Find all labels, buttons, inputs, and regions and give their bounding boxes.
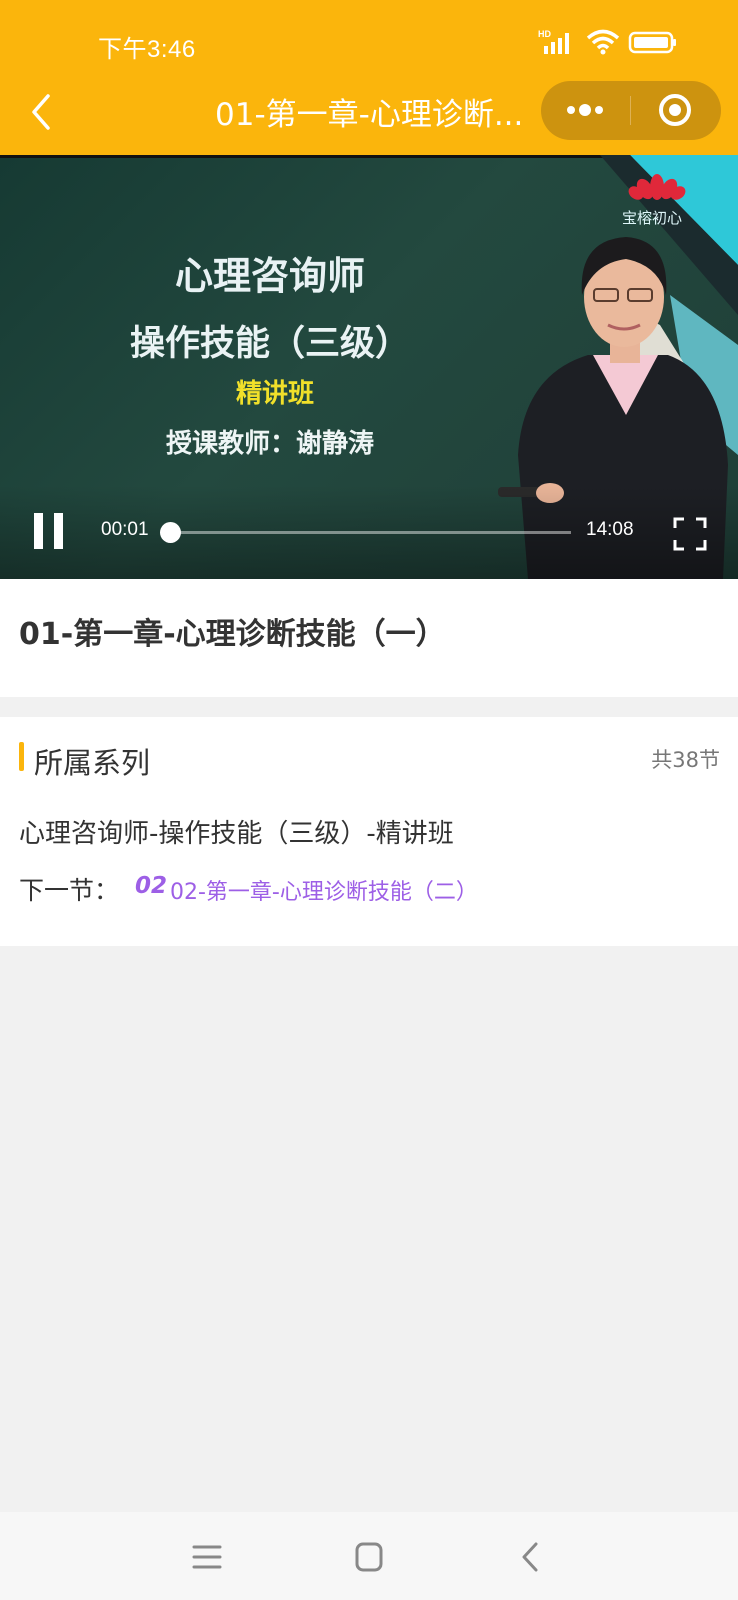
- pause-button[interactable]: [34, 513, 66, 549]
- fullscreen-icon: [673, 517, 707, 551]
- series-accent-bar: [19, 742, 24, 771]
- close-program-button[interactable]: [631, 81, 721, 140]
- more-dots-icon: [567, 104, 603, 116]
- total-time: 14:08: [586, 519, 634, 540]
- recent-apps-button[interactable]: [187, 1538, 227, 1576]
- series-heading: 所属系列: [34, 746, 151, 780]
- svg-text:HD: HD: [538, 29, 551, 39]
- page-title: 01-第一章-心理诊断...: [215, 97, 524, 133]
- board-line-3: 精讲班: [235, 379, 314, 409]
- back-button[interactable]: [24, 90, 60, 134]
- next-lesson-link[interactable]: 02-第一章-心理诊断技能（二）: [170, 874, 478, 906]
- progress-bar[interactable]: [160, 522, 571, 543]
- wifi-icon: [586, 29, 620, 55]
- signal-icon: HD: [538, 29, 569, 54]
- system-navigation-bar: [0, 1512, 738, 1600]
- next-lesson-number[interactable]: 02: [135, 873, 167, 899]
- status-time: 下午3:46: [98, 36, 196, 63]
- current-time: 00:01: [101, 519, 149, 540]
- back-chevron-icon: [522, 1542, 538, 1572]
- home-button[interactable]: [349, 1538, 389, 1576]
- lesson-title: 01-第一章-心理诊断技能（一）: [19, 617, 446, 652]
- series-lesson-count: 共38节: [651, 748, 720, 772]
- board-line-2: 操作技能（三级）: [129, 324, 410, 364]
- next-lesson-label: 下一节：: [19, 876, 120, 905]
- series-name[interactable]: 心理咨询师-操作技能（三级）-精讲班: [19, 813, 454, 850]
- mini-program-capsule: [541, 81, 721, 140]
- pause-icon: [34, 513, 43, 549]
- app-header: 下午3:46 HD 01-第一章-心理诊断...: [0, 0, 738, 155]
- target-close-icon: [659, 94, 691, 126]
- status-icons: HD: [528, 28, 708, 58]
- pause-icon-bar: [54, 513, 63, 549]
- board-line-4: 授课教师：谢静涛: [165, 429, 374, 459]
- lesson-title-card: 01-第一章-心理诊断技能（一）: [0, 579, 738, 697]
- series-card: 所属系列 共38节 心理咨询师-操作技能（三级）-精讲班 下一节： 02 02-…: [0, 717, 738, 946]
- more-button[interactable]: [541, 81, 630, 140]
- battery-icon: [628, 31, 676, 54]
- system-back-button[interactable]: [512, 1538, 552, 1576]
- home-square-icon: [355, 1542, 383, 1572]
- fullscreen-button[interactable]: [673, 517, 707, 551]
- menu-icon: [192, 1545, 222, 1569]
- lotus-logo: [628, 174, 686, 200]
- video-player[interactable]: 宝榕初心 心理咨询师 操作技能（三级） 精讲班 授课教师：谢静涛 00:01 1…: [0, 155, 738, 579]
- board-line-1: 心理咨询师: [174, 254, 365, 298]
- chevron-left-icon: [32, 94, 50, 130]
